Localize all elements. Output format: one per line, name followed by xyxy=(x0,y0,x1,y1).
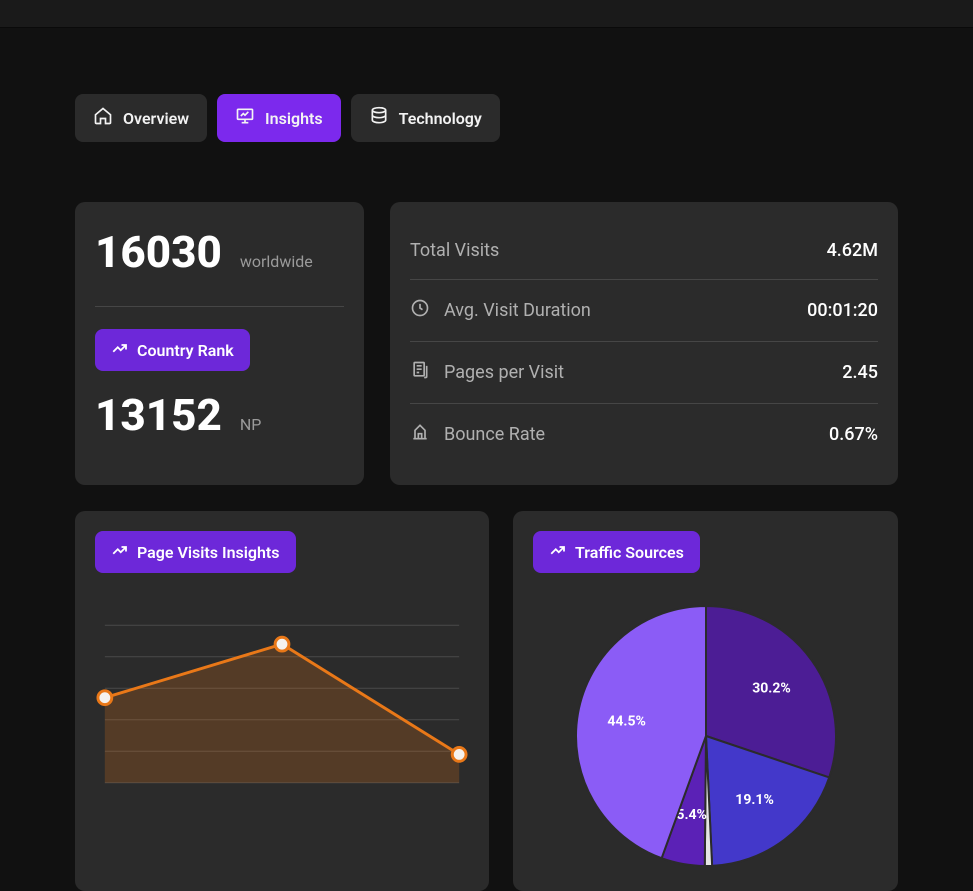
pie-chart: 30.2% 19.1% 5.4% 44.5% xyxy=(533,601,878,871)
stat-value: 00:01:20 xyxy=(807,300,878,321)
trend-up-icon xyxy=(111,339,129,361)
tab-label: Overview xyxy=(123,109,189,128)
country-rank-block: 13152 NP xyxy=(95,371,344,445)
stat-label: Total Visits xyxy=(410,240,499,261)
traffic-sources-chart-card: Traffic Sources 30.2% 19.1% 5.4% 44.5% xyxy=(513,511,898,891)
database-icon xyxy=(369,106,389,130)
tab-label: Insights xyxy=(265,109,323,128)
trend-up-icon xyxy=(549,541,567,563)
rank-card: 16030 worldwide Country Rank 13152 NP xyxy=(75,202,364,485)
country-rank-sub: NP xyxy=(240,415,262,434)
clock-icon xyxy=(410,298,430,323)
svg-text:19.1%: 19.1% xyxy=(735,792,774,808)
tab-technology[interactable]: Technology xyxy=(351,94,500,142)
stat-label: Pages per Visit xyxy=(444,362,564,383)
stats-row: 16030 worldwide Country Rank 13152 NP To… xyxy=(0,202,973,485)
tab-insights[interactable]: Insights xyxy=(217,94,341,142)
global-rank-sub: worldwide xyxy=(240,252,313,271)
badge-label: Page Visits Insights xyxy=(137,543,280,562)
line-chart xyxy=(95,609,469,799)
tab-bar: Overview Insights Technology xyxy=(0,94,973,142)
svg-text:44.5%: 44.5% xyxy=(607,714,646,730)
divider xyxy=(95,306,344,307)
home-icon xyxy=(93,106,113,130)
svg-text:30.2%: 30.2% xyxy=(752,681,791,697)
svg-text:5.4%: 5.4% xyxy=(676,807,706,823)
stat-avg-duration: Avg. Visit Duration 00:01:20 xyxy=(410,280,878,342)
charts-row: Page Visits Insights Traffic Sources 30.… xyxy=(0,511,973,891)
stat-pages-per-visit: Pages per Visit 2.45 xyxy=(410,342,878,404)
stat-value: 2.45 xyxy=(842,362,878,383)
country-rank-value: 13152 xyxy=(95,389,222,441)
stat-value: 0.67% xyxy=(829,424,878,445)
metrics-card: Total Visits 4.62M Avg. Visit Duration 0… xyxy=(390,202,898,485)
tab-label: Technology xyxy=(399,109,482,128)
stat-bounce-rate: Bounce Rate 0.67% xyxy=(410,404,878,465)
country-rank-badge: Country Rank xyxy=(95,329,250,371)
badge-label: Traffic Sources xyxy=(575,543,684,562)
badge-label: Country Rank xyxy=(137,341,234,360)
tab-overview[interactable]: Overview xyxy=(75,94,207,142)
global-rank-block: 16030 worldwide xyxy=(95,222,344,302)
traffic-sources-badge: Traffic Sources xyxy=(533,531,700,573)
global-rank-value: 16030 xyxy=(95,226,222,278)
page-visits-badge: Page Visits Insights xyxy=(95,531,296,573)
bounce-icon xyxy=(410,422,430,447)
stat-total-visits: Total Visits 4.62M xyxy=(410,222,878,280)
topbar xyxy=(0,0,973,28)
page-visits-chart-card: Page Visits Insights xyxy=(75,511,489,891)
stat-value: 4.62M xyxy=(827,240,878,261)
stat-label: Avg. Visit Duration xyxy=(444,300,591,321)
trend-up-icon xyxy=(111,541,129,563)
stat-label: Bounce Rate xyxy=(444,424,545,445)
pages-icon xyxy=(410,360,430,385)
presentation-icon xyxy=(235,106,255,130)
